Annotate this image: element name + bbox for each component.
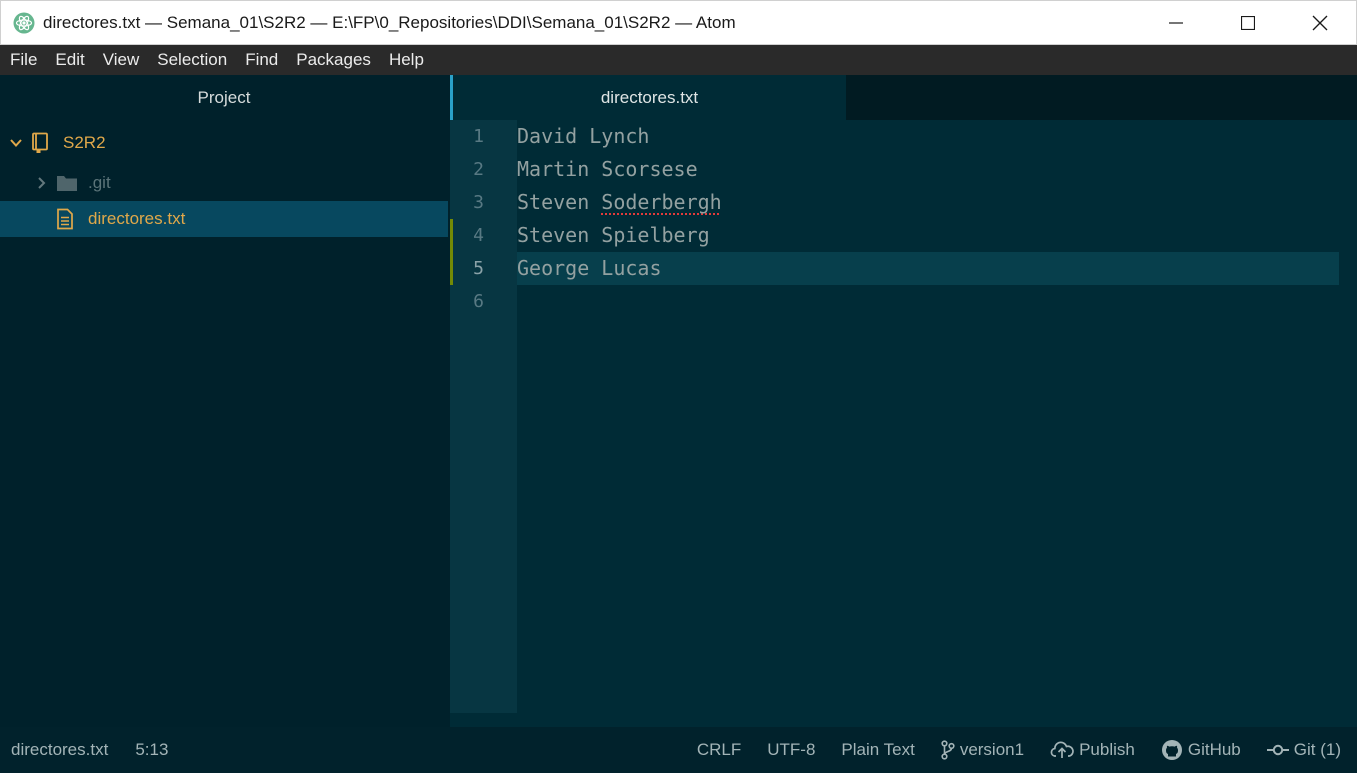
spell-check-error[interactable]: Soderbergh [601, 190, 721, 214]
tree-item-label-git: .git [88, 173, 111, 192]
folder-icon [57, 176, 77, 191]
maximize-button[interactable] [1212, 1, 1284, 45]
menu-selection[interactable]: Selection [148, 45, 236, 75]
editor-tab-bar: directores.txt [450, 75, 1357, 120]
code-line: Steven Soderbergh [517, 186, 722, 219]
status-line-ending[interactable]: CRLF [697, 740, 741, 760]
cloud-upload-icon [1050, 741, 1074, 758]
status-cursor-position[interactable]: 5:13 [135, 740, 168, 760]
code-line: Martin Scorsese [517, 157, 698, 181]
tree-item-git[interactable]: .git [0, 165, 448, 201]
line-number: 5 [473, 258, 484, 279]
menu-packages[interactable]: Packages [287, 45, 380, 75]
line-number: 3 [473, 192, 484, 213]
minimize-icon [1169, 22, 1183, 24]
github-icon [1161, 740, 1182, 760]
git-commit-icon [1266, 744, 1289, 756]
minimize-button[interactable] [1140, 1, 1212, 45]
status-branch-label: version1 [959, 740, 1025, 759]
repo-icon [32, 132, 48, 153]
editor-bottom-pad [450, 713, 1357, 727]
window-title: directores.txt — Semana_01\S2R2 — E:\FP\… [43, 12, 736, 32]
maximize-icon [1241, 16, 1255, 30]
git-branch-icon [941, 740, 955, 760]
status-publish[interactable]: Publish [1050, 740, 1135, 760]
status-grammar[interactable]: Plain Text [841, 740, 914, 760]
menu-bar: File Edit View Selection Find Packages H… [0, 45, 1357, 75]
tab-directores[interactable]: directores.txt [450, 75, 846, 120]
menu-view[interactable]: View [94, 45, 149, 75]
file-text-icon [57, 208, 73, 230]
status-publish-label: Publish [1079, 740, 1135, 759]
menu-help[interactable]: Help [380, 45, 433, 75]
text-editor[interactable]: 1 2 3 4 5 6 David Lynch Martin Scorsese … [450, 120, 1357, 727]
status-file-name[interactable]: directores.txt [11, 740, 108, 760]
tree-root-s2r2[interactable]: S2R2 [0, 125, 448, 161]
close-button[interactable] [1284, 1, 1356, 45]
code-line: David Lynch [517, 124, 650, 148]
tree-item-directores[interactable]: directores.txt [0, 201, 448, 237]
menu-find[interactable]: Find [236, 45, 287, 75]
code-text: Steven [517, 190, 602, 214]
title-bar: directores.txt — Semana_01\S2R2 — E:\FP\… [0, 0, 1357, 45]
line-number: 2 [473, 159, 484, 180]
menu-file[interactable]: File [1, 45, 46, 75]
menu-edit[interactable]: Edit [46, 45, 93, 75]
tree-item-label-directores: directores.txt [88, 209, 186, 228]
chevron-down-icon [10, 139, 22, 147]
code-line: George Lucas [517, 256, 662, 280]
status-git-label: Git (1) [1293, 740, 1341, 759]
tab-title: directores.txt [600, 87, 699, 107]
chevron-right-icon [38, 177, 46, 189]
status-git[interactable]: Git (1) [1266, 740, 1341, 760]
project-sidebar: Project S2R2 .git directores.txt [0, 75, 448, 727]
status-github-label: GitHub [1187, 740, 1241, 759]
status-github[interactable]: GitHub [1161, 739, 1241, 761]
status-encoding[interactable]: UTF-8 [767, 740, 815, 760]
line-number: 4 [473, 225, 484, 246]
close-icon [1312, 15, 1328, 31]
line-number: 1 [473, 126, 484, 147]
status-branch[interactable]: version1 [941, 740, 1024, 760]
sidebar-title[interactable]: Project [0, 75, 448, 120]
atom-logo-icon [13, 12, 35, 33]
tree-root-label: S2R2 [63, 133, 106, 152]
line-number-gutter: 1 2 3 4 5 6 [450, 120, 517, 713]
status-bar: directores.txt 5:13 CRLF UTF-8 Plain Tex… [0, 727, 1357, 773]
code-line: Steven Spielberg [517, 223, 710, 247]
line-number: 6 [473, 291, 484, 312]
window-controls [1140, 1, 1356, 45]
